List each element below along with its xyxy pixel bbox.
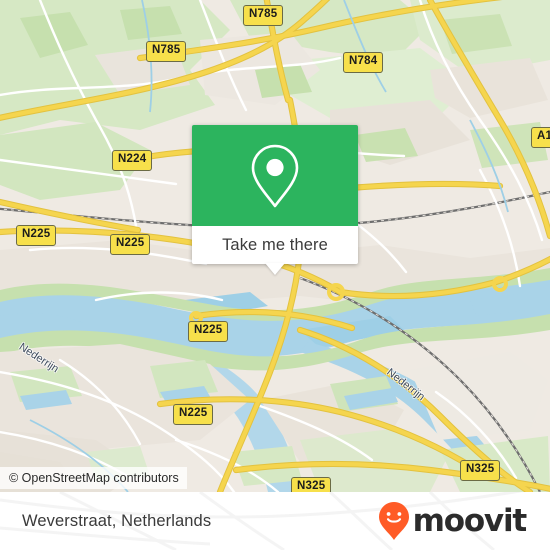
take-me-there-label: Take me there (222, 235, 328, 254)
road-shield: N224 (112, 150, 153, 171)
bottom-info-bar: Weverstraat, Netherlands moovit (0, 492, 550, 550)
popup-header (192, 125, 358, 226)
road-shield: A1 (531, 127, 550, 148)
road-shield: N784 (343, 52, 384, 73)
map-canvas[interactable]: N785 N785 N784 N224 A1 N225 N225 N225 N2… (0, 0, 550, 492)
bottom-bar-content: Weverstraat, Netherlands moovit (0, 492, 550, 550)
map-pin-icon (251, 144, 299, 207)
road-shield: N225 (173, 404, 214, 425)
road-shield: N225 (110, 234, 151, 255)
osm-attribution[interactable]: © OpenStreetMap contributors (0, 467, 187, 489)
moovit-wordmark: moovit (412, 502, 528, 539)
moovit-logo[interactable]: moovit (377, 501, 528, 541)
road-shield: N785 (146, 41, 187, 62)
popup-action-bar[interactable]: Take me there (192, 226, 358, 264)
popup-tail-pointer (265, 263, 285, 275)
road-shield: N225 (188, 321, 229, 342)
moovit-pin-smiley-icon (378, 502, 409, 540)
road-shield: N325 (460, 460, 501, 481)
road-shield: N225 (16, 225, 57, 246)
place-title: Weverstraat, Netherlands (22, 511, 212, 530)
location-popup-card[interactable]: Take me there (192, 125, 358, 275)
osm-attribution-text: © OpenStreetMap contributors (9, 471, 179, 485)
road-shield: N325 (291, 477, 332, 492)
road-shield: N785 (243, 5, 284, 26)
moovit-map-screenshot: N785 N785 N784 N224 A1 N225 N225 N225 N2… (0, 0, 550, 550)
